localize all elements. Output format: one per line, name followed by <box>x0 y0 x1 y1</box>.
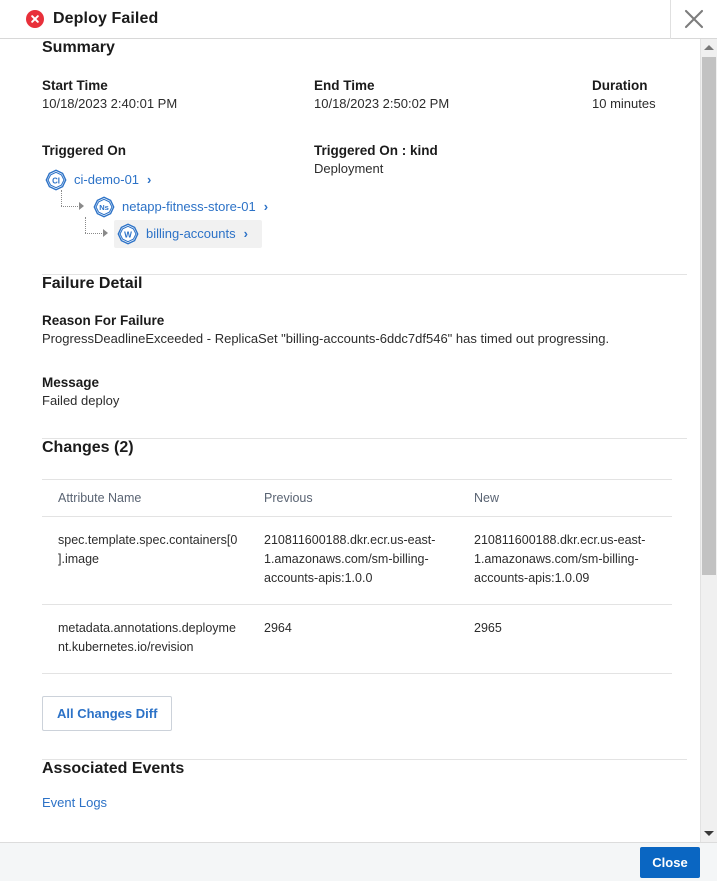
changes-table-body: spec.template.spec.containers[0].image 2… <box>42 517 672 674</box>
triggered-on-kind-field: Triggered On : kind Deployment <box>314 142 438 247</box>
changes-table-head: Attribute Name Previous New <box>42 480 672 517</box>
triggered-on-kind-value: Deployment <box>314 160 438 178</box>
close-icon <box>683 8 705 30</box>
tree-node-label: ci-demo-01 <box>74 172 139 188</box>
scroll-down-button[interactable] <box>701 825 717 842</box>
workload-hexagon-badge-icon: W <box>117 223 139 245</box>
summary-times-row: Start Time 10/18/2023 2:40:01 PM End Tim… <box>42 77 671 113</box>
close-button[interactable]: Close <box>640 847 700 878</box>
start-time-field: Start Time 10/18/2023 2:40:01 PM <box>42 77 314 113</box>
message-value: Failed deploy <box>42 392 671 410</box>
tree-node-ci-demo-01[interactable]: CI ci-demo-01 › <box>42 166 314 193</box>
ns-badge-text: Ns <box>99 203 109 212</box>
tree-node-netapp-fitness-store-01[interactable]: Ns netapp-fitness-store-01 › <box>42 193 314 220</box>
w-badge-text: W <box>124 230 132 239</box>
tree-node-label: billing-accounts <box>146 226 236 242</box>
dialog-header: Deploy Failed <box>0 0 717 39</box>
triggered-on-kind-label: Triggered On : kind <box>314 142 438 160</box>
reason-for-failure-value: ProgressDeadlineExceeded - ReplicaSet "b… <box>42 330 671 348</box>
caret-up-icon <box>704 45 714 50</box>
start-time-label: Start Time <box>42 77 314 95</box>
node-chip[interactable]: CI ci-demo-01 › <box>42 166 160 194</box>
event-logs-link[interactable]: Event Logs <box>42 795 107 810</box>
vertical-scrollbar[interactable] <box>700 39 717 842</box>
dialog-body: Summary Start Time 10/18/2023 2:40:01 PM… <box>0 39 699 842</box>
column-header-new: New <box>458 480 672 517</box>
namespace-hexagon-badge-icon: Ns <box>93 196 115 218</box>
tree-connector-icon <box>82 224 112 244</box>
changes-table: Attribute Name Previous New spec.templat… <box>42 479 672 674</box>
column-header-previous: Previous <box>248 480 458 517</box>
node-chip[interactable]: Ns netapp-fitness-store-01 › <box>90 193 277 221</box>
duration-label: Duration <box>592 77 656 95</box>
scrollbar-thumb[interactable] <box>702 57 716 575</box>
associated-events-section-title: Associated Events <box>42 760 671 778</box>
header-title-group: Deploy Failed <box>0 10 670 28</box>
triggered-on-tree-group: Triggered On CI ci-demo-01 › <box>42 142 314 247</box>
table-row: spec.template.spec.containers[0].image 2… <box>42 517 672 605</box>
cell-new: 2965 <box>458 605 672 674</box>
cell-new: 210811600188.dkr.ecr.us-east-1.amazonaws… <box>458 517 672 605</box>
dialog-footer: Close <box>0 842 717 881</box>
chevron-right-icon: › <box>244 227 248 241</box>
tree-node-label: netapp-fitness-store-01 <box>122 199 256 215</box>
cell-previous: 210811600188.dkr.ecr.us-east-1.amazonaws… <box>248 517 458 605</box>
reason-for-failure-label: Reason For Failure <box>42 312 671 330</box>
message-field: Message Failed deploy <box>42 374 671 410</box>
summary-section-title: Summary <box>42 39 671 57</box>
error-circle-x-icon <box>26 10 44 28</box>
end-time-label: End Time <box>314 77 592 95</box>
start-time-value: 10/18/2023 2:40:01 PM <box>42 95 314 113</box>
cell-attribute-name: metadata.annotations.deployment.kubernet… <box>42 605 248 674</box>
node-chip-selected[interactable]: W billing-accounts › <box>114 220 262 248</box>
message-label: Message <box>42 374 671 392</box>
chevron-right-icon: › <box>147 173 151 187</box>
table-row: metadata.annotations.deployment.kubernet… <box>42 605 672 674</box>
all-changes-diff-button[interactable]: All Changes Diff <box>42 696 172 731</box>
ci-badge-text: CI <box>52 176 60 185</box>
ci-hexagon-badge-icon: CI <box>45 169 67 191</box>
cell-attribute-name: spec.template.spec.containers[0].image <box>42 517 248 605</box>
chevron-right-icon: › <box>264 200 268 214</box>
duration-value: 10 minutes <box>592 95 656 113</box>
duration-field: Duration 10 minutes <box>592 77 656 113</box>
column-header-attribute-name: Attribute Name <box>42 480 248 517</box>
page-title: Deploy Failed <box>53 10 158 28</box>
resource-breadcrumb-tree: CI ci-demo-01 › Ns <box>42 166 314 247</box>
triggered-on-label: Triggered On <box>42 142 314 160</box>
tree-connector-icon <box>58 197 88 217</box>
cell-previous: 2964 <box>248 605 458 674</box>
failure-detail-section-title: Failure Detail <box>42 275 671 293</box>
end-time-field: End Time 10/18/2023 2:50:02 PM <box>314 77 592 113</box>
scroll-up-button[interactable] <box>701 39 717 56</box>
close-icon-button[interactable] <box>670 0 717 39</box>
changes-section-title: Changes (2) <box>42 439 671 457</box>
reason-for-failure-field: Reason For Failure ProgressDeadlineExcee… <box>42 312 671 348</box>
tree-node-billing-accounts[interactable]: W billing-accounts › <box>42 220 314 247</box>
table-header-row: Attribute Name Previous New <box>42 480 672 517</box>
caret-down-icon <box>704 831 714 836</box>
deploy-failed-dialog: Deploy Failed Summary Start Time 10/18/2… <box>0 0 717 881</box>
end-time-value: 10/18/2023 2:50:02 PM <box>314 95 592 113</box>
triggered-on-row: Triggered On CI ci-demo-01 › <box>42 142 671 247</box>
